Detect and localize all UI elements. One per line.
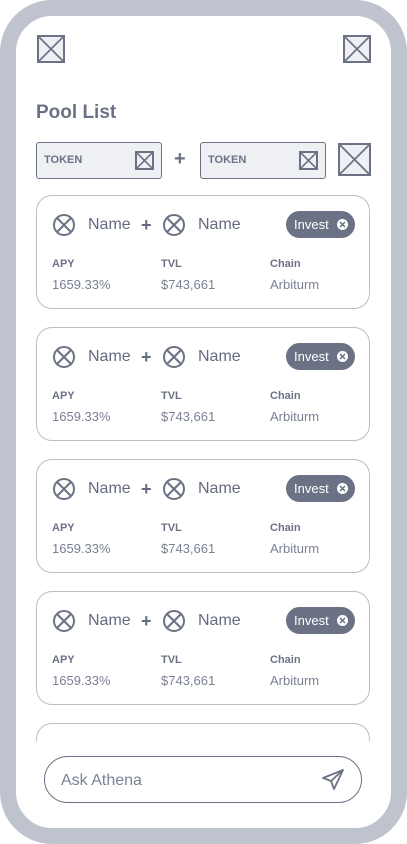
tvl-label: TVL — [161, 258, 182, 270]
page-title: Pool List — [36, 102, 117, 123]
pair-plus: + — [141, 215, 152, 235]
profile-icon[interactable] — [343, 35, 371, 63]
token-b-name: Name — [198, 480, 241, 497]
token-b-label: TOKEN — [208, 154, 247, 166]
token-b-icon — [163, 214, 185, 236]
token-b-name: Name — [198, 216, 241, 233]
ask-input[interactable] — [59, 768, 313, 794]
pool-card[interactable]: Name + Name Invest APY 1659.33% TVL $743,661 Cha… — [36, 459, 370, 573]
apy-label: APY — [52, 654, 75, 666]
filter-action-icon[interactable] — [338, 143, 371, 176]
token-plus: + — [174, 148, 186, 170]
invest-button[interactable]: Invest — [286, 343, 355, 370]
token-b-icon — [163, 610, 185, 632]
chain-label: Chain — [270, 390, 301, 402]
apy-value: 1659.33% — [52, 673, 111, 688]
tvl-label: TVL — [161, 654, 182, 666]
tvl-value: $743,661 — [161, 541, 216, 556]
tvl-label: TVL — [161, 390, 182, 402]
invest-button[interactable]: Invest — [286, 475, 355, 502]
tvl-label: TVL — [161, 522, 182, 534]
invest-icon — [337, 615, 348, 626]
pair-plus: + — [141, 347, 152, 367]
token-b-icon — [163, 478, 185, 500]
invest-label: Invest — [294, 481, 329, 496]
invest-label: Invest — [294, 217, 329, 232]
token-a-icon — [135, 151, 154, 170]
tvl-value: $743,661 — [161, 673, 216, 688]
tvl-value: $743,661 — [161, 277, 216, 292]
token-b-name: Name — [198, 348, 241, 365]
invest-label: Invest — [294, 613, 329, 628]
tvl-value: $743,661 — [161, 409, 216, 424]
send-icon[interactable] — [320, 767, 346, 793]
token-b-selector[interactable]: TOKEN — [200, 142, 326, 179]
pool-card[interactable]: Name + Name Invest APY 1659.33% TVL $743,661 Cha… — [36, 591, 370, 705]
phone-frame: Pool List TOKEN + TOKEN Name + Name Invest A… — [0, 0, 407, 844]
pair-plus: + — [141, 479, 152, 499]
ask-bar — [44, 756, 362, 803]
invest-label: Invest — [294, 349, 329, 364]
pool-card[interactable]: Name + Name Invest APY 1659.33% TVL $743,661 Cha… — [36, 327, 370, 441]
token-b-icon — [163, 346, 185, 368]
apy-label: APY — [52, 522, 75, 534]
invest-icon — [337, 483, 348, 494]
invest-button[interactable]: Invest — [286, 211, 355, 238]
token-b-name: Name — [198, 612, 241, 629]
chain-value: Arbiturm — [270, 541, 320, 556]
chain-value: Arbiturm — [270, 673, 320, 688]
token-a-icon — [53, 346, 75, 368]
token-a-name: Name — [88, 216, 131, 233]
menu-icon[interactable] — [37, 35, 65, 63]
apy-label: APY — [52, 390, 75, 402]
invest-icon — [337, 351, 348, 362]
pool-card[interactable]: Name + Name Invest APY 1659.33% TVL $743,661 Cha… — [36, 195, 370, 309]
token-a-selector[interactable]: TOKEN — [36, 142, 162, 179]
token-a-name: Name — [88, 612, 131, 629]
chain-label: Chain — [270, 522, 301, 534]
apy-label: APY — [52, 258, 75, 270]
invest-icon — [337, 219, 348, 230]
chain-label: Chain — [270, 654, 301, 666]
token-a-name: Name — [88, 348, 131, 365]
chain-label: Chain — [270, 258, 301, 270]
token-a-label: TOKEN — [44, 154, 83, 166]
token-a-icon — [53, 610, 75, 632]
pair-plus: + — [141, 611, 152, 631]
apy-value: 1659.33% — [52, 277, 111, 292]
chain-value: Arbiturm — [270, 277, 320, 292]
pool-list[interactable]: Name + Name Invest APY 1659.33% TVL $743,661 Cha… — [36, 195, 372, 741]
pool-card-partial — [36, 723, 370, 741]
chain-value: Arbiturm — [270, 409, 320, 424]
token-a-icon — [53, 478, 75, 500]
token-a-icon — [53, 214, 75, 236]
apy-value: 1659.33% — [52, 409, 111, 424]
token-a-name: Name — [88, 480, 131, 497]
apy-value: 1659.33% — [52, 541, 111, 556]
invest-button[interactable]: Invest — [286, 607, 355, 634]
token-b-icon — [299, 151, 318, 170]
